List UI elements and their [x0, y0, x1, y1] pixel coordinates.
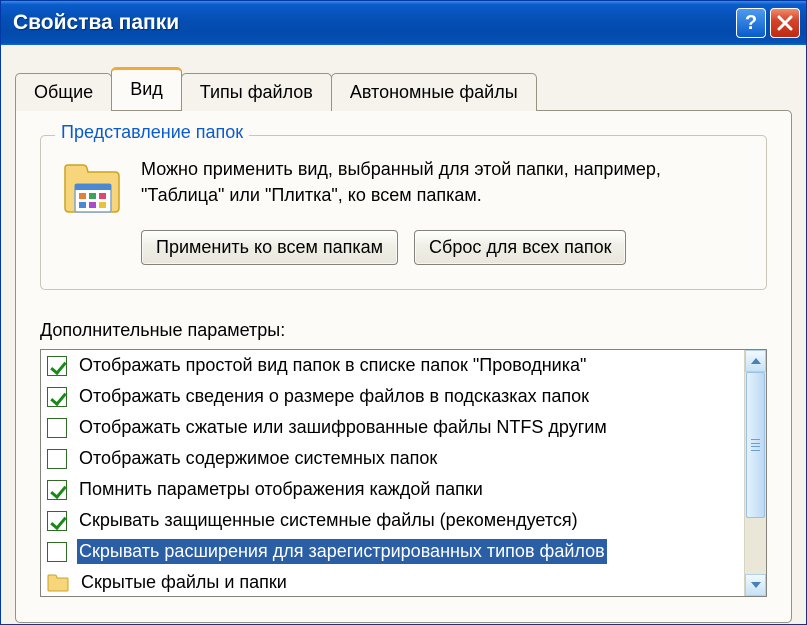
folder-views-group: Представление папок: [40, 135, 767, 290]
client-area: Общие Вид Типы файлов Автономные файлы П…: [1, 45, 806, 624]
tab-file-types[interactable]: Типы файлов: [181, 73, 332, 111]
list-item[interactable]: Отображать сведения о размере файлов в п…: [41, 381, 744, 412]
apply-to-all-button[interactable]: Применить ко всем папкам: [141, 230, 398, 265]
checkbox-icon[interactable]: [47, 480, 67, 500]
titlebar[interactable]: Свойства папки ?: [1, 1, 806, 45]
scrollbar-thumb[interactable]: [746, 372, 765, 517]
list-item-label: Отображать содержимое системных папок: [77, 446, 439, 471]
list-item[interactable]: Скрытые файлы и папки: [41, 567, 744, 596]
help-button[interactable]: ?: [736, 8, 766, 38]
checkbox-icon[interactable]: [47, 511, 67, 531]
list-item-label: Скрытые файлы и папки: [79, 570, 289, 595]
help-icon: ?: [745, 12, 757, 35]
close-icon: [777, 15, 793, 31]
list-item-label: Отображать сжатые или зашифрованные файл…: [77, 415, 609, 440]
list-item[interactable]: Отображать сжатые или зашифрованные файл…: [41, 412, 744, 443]
list-item-label: Скрывать расширения для зарегистрированн…: [77, 539, 607, 564]
folder-views-group-title: Представление папок: [55, 122, 249, 143]
checkbox-icon[interactable]: [47, 418, 67, 438]
list-item[interactable]: Помнить параметры отображения каждой пап…: [41, 474, 744, 505]
scrollbar-track[interactable]: [745, 372, 766, 574]
group-content: Можно применить вид, выбранный для этой …: [61, 156, 746, 265]
window-title: Свойства папки: [13, 11, 179, 35]
tab-strip: Общие Вид Типы файлов Автономные файлы: [15, 67, 792, 110]
tab-offline-files[interactable]: Автономные файлы: [331, 73, 537, 111]
advanced-settings-list[interactable]: Отображать простой вид папок в списке па…: [40, 349, 767, 597]
view-tab-panel: Представление папок: [15, 110, 792, 623]
advanced-settings-label: Дополнительные параметры:: [40, 320, 767, 341]
folder-views-icon: [61, 156, 123, 265]
tab-view[interactable]: Вид: [111, 67, 182, 110]
list-item-label: Отображать сведения о размере файлов в п…: [77, 384, 591, 409]
list-item-label: Помнить параметры отображения каждой пап…: [77, 477, 485, 502]
chevron-up-icon: [751, 358, 761, 364]
tab-general[interactable]: Общие: [15, 73, 112, 111]
list-item[interactable]: Отображать простой вид папок в списке па…: [41, 350, 744, 381]
chevron-down-icon: [751, 582, 761, 588]
folder-icon: [47, 574, 69, 592]
list-item-label: Отображать простой вид папок в списке па…: [77, 353, 588, 378]
scrollbar: [744, 350, 766, 596]
list-item[interactable]: Отображать содержимое системных папок: [41, 443, 744, 474]
checkbox-icon[interactable]: [47, 449, 67, 469]
folder-options-window: Свойства папки ? Общие Вид Типы файлов А…: [0, 0, 807, 625]
checkbox-icon[interactable]: [47, 356, 67, 376]
titlebar-buttons: ?: [736, 8, 800, 38]
folder-views-description: Можно применить вид, выбранный для этой …: [141, 156, 746, 208]
group-right: Можно применить вид, выбранный для этой …: [141, 156, 746, 265]
checkbox-icon[interactable]: [47, 387, 67, 407]
group-buttons: Применить ко всем папкам Сброс для всех …: [141, 230, 746, 265]
scroll-up-button[interactable]: [745, 350, 766, 372]
list-item[interactable]: Скрывать расширения для зарегистрированн…: [41, 536, 744, 567]
reset-all-button[interactable]: Сброс для всех папок: [414, 230, 626, 265]
close-button[interactable]: [770, 8, 800, 38]
list-item-label: Скрывать защищенные системные файлы (рек…: [77, 508, 580, 533]
scroll-down-button[interactable]: [745, 574, 766, 596]
checkbox-icon[interactable]: [47, 542, 67, 562]
list-item[interactable]: Скрывать защищенные системные файлы (рек…: [41, 505, 744, 536]
